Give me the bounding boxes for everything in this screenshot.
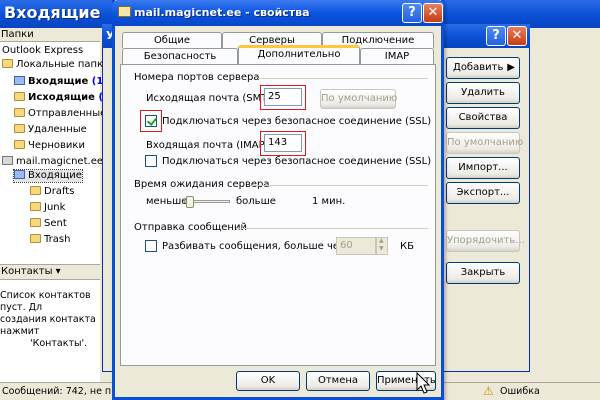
folder-icon (30, 218, 41, 227)
set-default-button[interactable]: По умолчанию (446, 132, 523, 154)
tree-item-deleted[interactable]: Удаленные (14, 124, 87, 136)
tree-item-server-sent[interactable]: Sent (30, 218, 67, 230)
ports-group-label: Номера портов сервера (134, 72, 260, 83)
sort-button[interactable]: Упорядочить... (446, 230, 525, 252)
server-icon (2, 156, 13, 165)
close-button[interactable]: ✕ (507, 26, 527, 46)
tab-advanced[interactable]: Дополнительно (238, 45, 360, 64)
arrow-right-icon: ▶ (507, 62, 515, 73)
timeout-more-label: больше (236, 196, 276, 207)
tree-item-server[interactable]: mail.magicnet.ee (2, 156, 103, 168)
folder-icon (30, 234, 41, 243)
warning-icon: ⚠ (483, 384, 494, 398)
default-ports-button[interactable]: По умолчанию (320, 89, 397, 109)
outbox-icon (14, 92, 25, 101)
tree-item-sent[interactable]: Отправленные (14, 108, 106, 120)
contacts-header[interactable]: Контакты ▾ (0, 264, 100, 280)
tab-general[interactable]: Общие (122, 32, 222, 48)
split-size-unit: КБ (400, 241, 414, 252)
tree-item-server-drafts[interactable]: Drafts (30, 186, 74, 198)
ssl-imap-label: Подключаться через безопасное соединение… (162, 156, 432, 167)
ssl-smtp-label: Подключаться через безопасное соединение… (162, 116, 432, 127)
group-divider (258, 78, 428, 79)
help-button[interactable]: ? (402, 3, 422, 23)
tab-imap[interactable]: IMAP (360, 48, 434, 64)
export-button[interactable]: Экспорт... (446, 182, 520, 204)
timeout-group-label: Время ожидания сервера (134, 179, 270, 190)
folder-icon (30, 186, 41, 195)
outlook-window-title: Входящие (4, 3, 101, 22)
timeout-slider-thumb[interactable] (185, 196, 194, 208)
sending-group-label: Отправка сообщений (134, 222, 247, 233)
tab-security[interactable]: Безопасность (122, 48, 238, 64)
tree-item-inbox[interactable]: Входящие (1) (14, 76, 108, 88)
help-button[interactable]: ? (486, 26, 506, 46)
split-messages-checkbox[interactable] (145, 240, 157, 252)
inbox-icon (14, 170, 25, 179)
imap-port-label: Входящая почта (IMAP): (146, 140, 272, 151)
ok-button[interactable]: OK (236, 371, 300, 391)
tree-item-server-inbox[interactable]: Входящие (13, 169, 83, 183)
contacts-empty-text: Список контактов пуст. Дл создания конта… (0, 290, 96, 349)
folder-icon (2, 59, 13, 68)
timeout-value: 1 мин. (312, 196, 346, 207)
cancel-button[interactable]: Отмена (306, 371, 370, 391)
tree-item-server-junk[interactable]: Junk (30, 202, 65, 214)
tree-item-outlook-express[interactable]: Outlook Express (2, 45, 83, 57)
remove-account-button[interactable]: Удалить (446, 82, 520, 104)
status-error: Ошибка (500, 386, 540, 397)
group-divider (252, 185, 428, 186)
folder-icon (30, 202, 41, 211)
tree-item-outbox[interactable]: Исходящие (1 (14, 92, 110, 104)
split-size-spinner[interactable] (376, 237, 388, 255)
account-properties-button[interactable]: Свойства (446, 107, 520, 129)
mouse-cursor-icon (416, 372, 431, 394)
tree-item-local-folders[interactable]: Локальные папки (2, 59, 110, 71)
ssl-imap-checkbox[interactable] (145, 155, 157, 167)
split-size-input[interactable]: 60 (336, 237, 376, 255)
imap-port-input[interactable]: 143 (264, 134, 302, 152)
tree-item-drafts-local[interactable]: Черновики (14, 140, 85, 152)
timeout-less-label: меньше (146, 196, 188, 207)
sent-icon (14, 108, 25, 117)
tree-item-server-trash[interactable]: Trash (30, 234, 70, 246)
close-button[interactable]: ✕ (423, 3, 443, 23)
mail-icon (118, 6, 131, 17)
properties-title: mail.magicnet.ee - свойства (134, 6, 310, 19)
split-messages-label: Разбивать сообщения, больше чем (162, 241, 347, 252)
close-accounts-button[interactable]: Закрыть (446, 262, 520, 284)
ssl-smtp-checkbox[interactable] (145, 115, 157, 127)
smtp-port-input[interactable]: 25 (264, 88, 302, 106)
deleted-icon (14, 124, 25, 133)
drafts-icon (14, 140, 25, 149)
folders-header: Папки (0, 28, 100, 42)
group-divider (236, 228, 428, 229)
properties-title-bar: mail.magicnet.ee - свойства ? ✕ (112, 0, 444, 26)
add-account-button[interactable]: Добавить ▶ (446, 57, 520, 79)
inbox-icon (14, 76, 25, 85)
import-button[interactable]: Импорт... (446, 157, 520, 179)
